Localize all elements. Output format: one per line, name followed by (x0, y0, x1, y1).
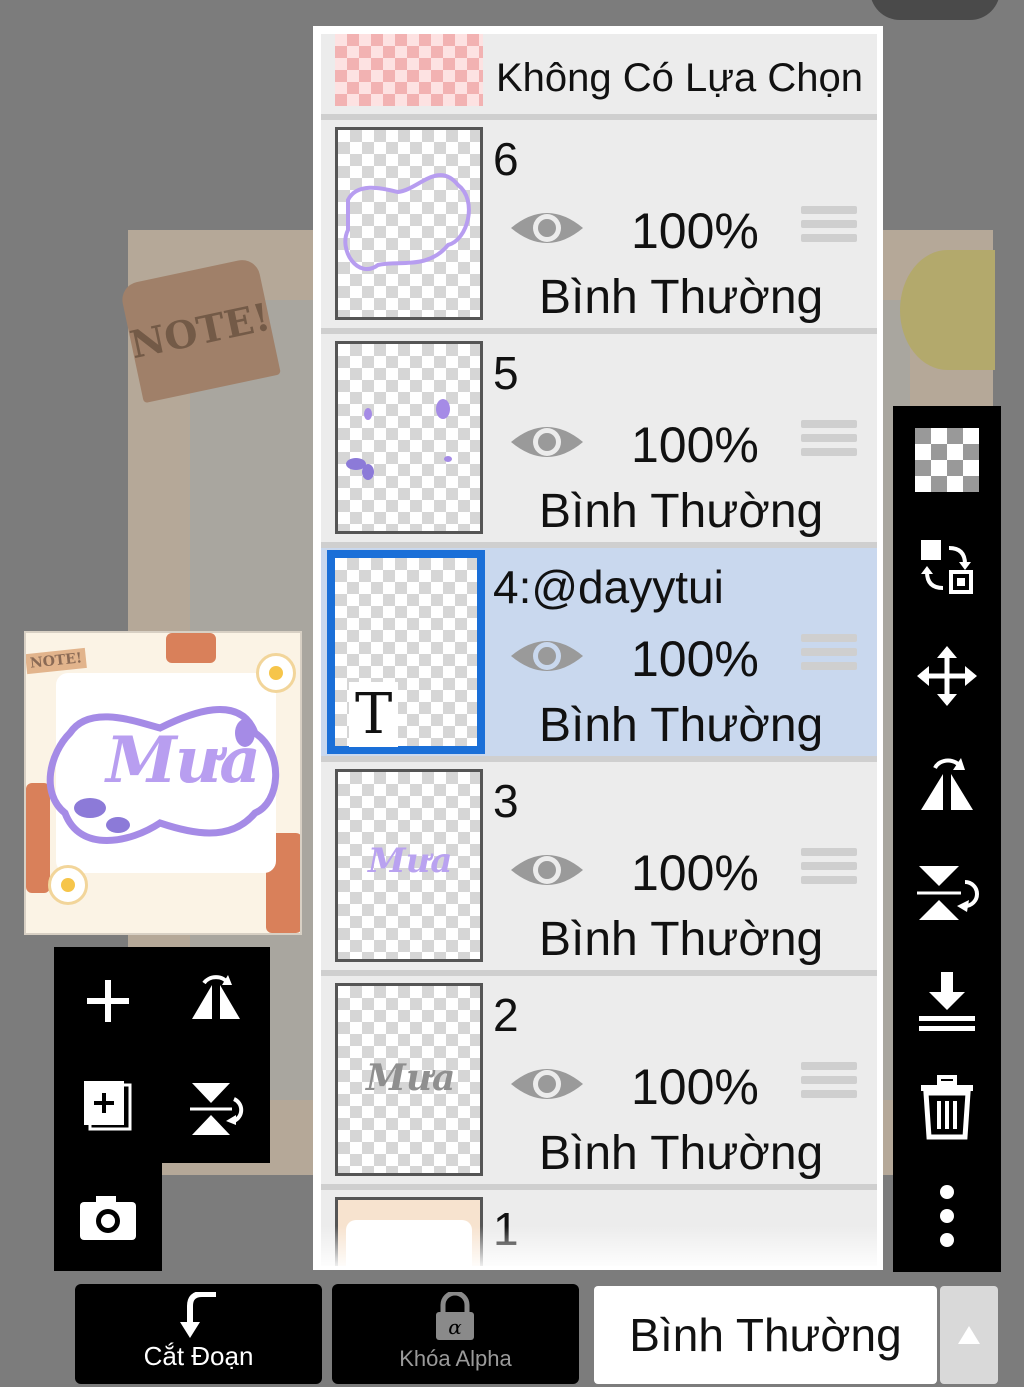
clipping-button[interactable]: Cắt Đoạn (75, 1284, 322, 1384)
more-options-button[interactable] (893, 1162, 1001, 1270)
layer-opacity[interactable]: 100% (631, 416, 759, 474)
layer-blend-mode[interactable]: Bình Thường (539, 912, 823, 967)
layer-thumbnail: T (327, 550, 485, 754)
layer-thumbnail: Mưa (335, 983, 483, 1176)
preview-artwork-word: Mưa (106, 723, 261, 798)
svg-text:α: α (448, 1315, 462, 1339)
layer-panel: Không Có Lựa Chọn 6 100% Bình Thường 5 1… (313, 26, 883, 1270)
clipping-label: Cắt Đoạn (143, 1341, 254, 1371)
drag-handle[interactable] (801, 848, 857, 892)
add-copy-layer-icon (84, 1081, 132, 1131)
clipping-arrow-icon (180, 1292, 216, 1338)
layer-tools-panel (54, 947, 270, 1163)
delete-layer-button[interactable] (893, 1054, 1001, 1162)
flip-vertical-right-button[interactable] (893, 838, 1001, 946)
trash-icon (921, 1075, 973, 1140)
more-vertical-icon (940, 1185, 954, 1247)
layer-name: 3 (493, 775, 519, 827)
visibility-eye-icon[interactable] (509, 206, 585, 250)
text-layer-glyph: T (349, 682, 399, 747)
layer-name: 6 (493, 133, 519, 185)
visibility-eye-icon[interactable] (509, 1062, 585, 1106)
layer-blend-mode[interactable]: Bình Thường (539, 698, 823, 753)
layer-row-selected[interactable]: T 4:@dayytui 100% Bình Thường (321, 548, 877, 756)
flip-horizontal-right-button[interactable] (893, 730, 1001, 838)
swap-layers-button[interactable] (893, 514, 1001, 622)
egg-decoration (256, 653, 296, 693)
canvas-preview[interactable]: NOTE! Mưa (24, 631, 302, 935)
triangle-up-icon (958, 1326, 980, 1344)
svg-text:Mưa: Mưa (364, 1057, 455, 1099)
move-button[interactable] (893, 622, 1001, 730)
add-copy-layer-button[interactable] (54, 1055, 162, 1163)
drag-handle[interactable] (801, 206, 857, 250)
egg-decoration (48, 865, 88, 905)
blend-mode-dropdown-button[interactable] (940, 1286, 998, 1384)
layer-opacity[interactable]: 100% (631, 844, 759, 902)
preview-note-label: NOTE! (26, 647, 88, 675)
blend-mode-select[interactable]: Bình Thường (594, 1286, 937, 1384)
add-layer-button[interactable] (54, 947, 162, 1055)
flip-horizontal-icon (192, 975, 240, 1019)
selection-thumbnail (335, 34, 483, 106)
add-layer-icon (87, 980, 129, 1022)
alpha-lock-button[interactable]: α Khóa Alpha (332, 1284, 579, 1384)
drag-handle[interactable] (801, 420, 857, 464)
layer-name: 2 (493, 989, 519, 1041)
note-stamp-label: NOTE! (125, 293, 275, 367)
right-toolbar (893, 406, 1001, 1272)
layer-opacity[interactable]: 100% (631, 630, 759, 688)
layer-list[interactable]: Không Có Lựa Chọn 6 100% Bình Thường 5 1… (321, 34, 877, 1266)
layer-opacity[interactable]: 100% (631, 1058, 759, 1116)
layer-thumbnail (335, 341, 483, 534)
drag-handle[interactable] (801, 634, 857, 678)
move-icon (917, 646, 977, 706)
layer-blend-mode[interactable]: Bình Thường (539, 484, 823, 539)
svg-text:Mưa: Mưa (367, 841, 452, 881)
layer-thumbnail: Mưa (335, 769, 483, 962)
layer-row[interactable]: Mưa 3 100% Bình Thường (321, 762, 877, 970)
merge-down-button[interactable] (893, 946, 1001, 1054)
layer-name: 5 (493, 347, 519, 399)
thumbnail-word-gray: Mưa (364, 1057, 455, 1099)
selection-label: Không Có Lựa Chọn (496, 56, 864, 100)
layer-row[interactable]: 5 100% Bình Thường (321, 334, 877, 542)
bacon-decoration (166, 633, 216, 663)
transparent-checker-icon (915, 428, 979, 492)
list-fade (321, 1226, 877, 1266)
flip-vertical-icon (917, 866, 979, 920)
flip-vertical-icon (190, 1083, 244, 1135)
layer-row[interactable]: 6 100% Bình Thường (321, 120, 877, 328)
layer-row[interactable]: Mưa 2 100% Bình Thường (321, 976, 877, 1184)
layer-blend-mode[interactable]: Bình Thường (539, 270, 823, 325)
layer-opacity[interactable]: 100% (631, 202, 759, 260)
top-right-button[interactable] (870, 0, 1000, 20)
layer-thumbnail (335, 127, 483, 320)
camera-tool-panel (54, 1163, 162, 1271)
camera-icon (80, 1196, 136, 1240)
swap-layers-icon (921, 540, 973, 594)
camera-button[interactable] (54, 1163, 162, 1271)
selection-row[interactable]: Không Có Lựa Chọn (321, 34, 877, 114)
flip-horizontal-icon (921, 758, 973, 810)
thumbnail-drops (346, 399, 452, 480)
merge-down-icon (919, 972, 975, 1031)
drag-handle[interactable] (801, 1062, 857, 1106)
sun-decoration (900, 250, 995, 370)
thumbnail-word-purple: Mưa (367, 841, 452, 881)
thumbnail-cloud-outline (343, 173, 471, 272)
layer-blend-mode[interactable]: Bình Thường (539, 1126, 823, 1181)
alpha-lock-label: Khóa Alpha (399, 1346, 512, 1371)
transparent-fill-button[interactable] (893, 406, 1001, 514)
visibility-eye-icon[interactable] (509, 848, 585, 892)
visibility-eye-icon[interactable] (509, 634, 585, 678)
layer-name: 4:@dayytui (493, 561, 724, 613)
lock-icon: α (436, 1292, 474, 1340)
flip-vertical-button[interactable] (162, 1055, 270, 1163)
visibility-eye-icon[interactable] (509, 420, 585, 464)
flip-horizontal-button[interactable] (162, 947, 270, 1055)
